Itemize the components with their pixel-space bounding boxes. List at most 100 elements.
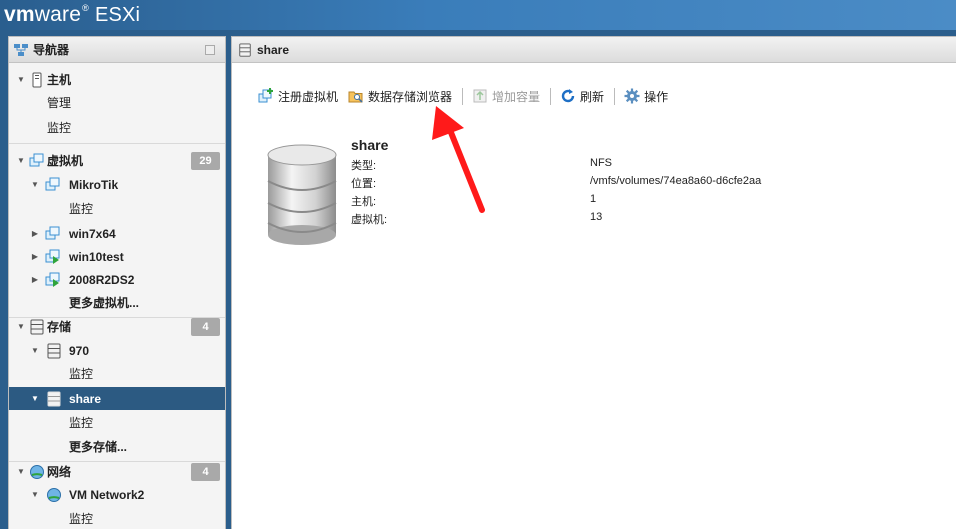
nav-more-vms[interactable]: 更多虚拟机... <box>9 291 225 314</box>
nav-label: 监控 <box>47 121 72 135</box>
vmware-esxi-logo: vmware® ESXi <box>4 3 141 26</box>
caret-down-icon[interactable]: ▼ <box>16 75 26 84</box>
increase-capacity-label: 增加容量 <box>492 89 541 104</box>
nav-networking[interactable]: ▼ 网络 4 <box>9 460 225 483</box>
nav-label: 监控 <box>69 512 94 526</box>
divider <box>9 143 225 144</box>
toolbar-divider <box>614 87 616 105</box>
caret-right-icon[interactable]: ▶ <box>30 229 40 238</box>
nav-datastore-970[interactable]: ▼ 970 <box>9 339 225 362</box>
nav-label: 网络 <box>47 465 72 479</box>
nav-network-monitor[interactable]: 监控 <box>9 507 225 529</box>
nav-storage[interactable]: ▼ 存储 4 <box>9 315 225 338</box>
main-header: share <box>232 37 956 63</box>
hosts-value: 1 <box>590 193 597 205</box>
caret-right-icon[interactable]: ▶ <box>30 275 40 284</box>
datastore-icon <box>47 391 61 406</box>
nav-label: win10test <box>69 249 124 264</box>
toolbar-divider <box>462 87 464 105</box>
nav-host-manage[interactable]: 管理 <box>9 91 225 114</box>
caret-down-icon[interactable]: ▼ <box>16 156 26 165</box>
vm-group-icon <box>29 153 44 166</box>
main-panel: share 注册虚拟机 数据存储浏览器 增加容量 刷新 操作 share 类型:… <box>231 36 956 529</box>
caret-right-icon[interactable]: ▶ <box>30 252 40 261</box>
actions-button[interactable]: 操作 <box>624 86 678 106</box>
caret-down-icon[interactable]: ▼ <box>30 346 40 355</box>
caret-down-icon[interactable]: ▼ <box>16 467 26 476</box>
nav-label: 970 <box>69 343 90 358</box>
nav-label: 存储 <box>47 320 72 334</box>
navigator-title: 导航器 <box>33 43 70 57</box>
storage-count-badge: 4 <box>191 318 220 336</box>
nav-vm-mikrotik[interactable]: ▼ MikroTik <box>9 173 225 196</box>
nav-label: 监控 <box>69 416 94 430</box>
datastore-name: share <box>351 137 389 153</box>
nav-label: 监控 <box>69 367 94 381</box>
nav-label: 更多虚拟机... <box>69 296 140 310</box>
toolbar: 注册虚拟机 数据存储浏览器 增加容量 刷新 操作 <box>258 86 678 106</box>
datastore-browser-icon <box>348 91 363 103</box>
increase-capacity-button[interactable]: 增加容量 <box>472 86 550 106</box>
nav-datastore-share-monitor[interactable]: 监控 <box>9 411 225 434</box>
vm-running-icon <box>45 249 60 264</box>
nav-label: 管理 <box>47 96 72 110</box>
caret-down-icon[interactable]: ▼ <box>30 180 40 189</box>
nav-label: win7x64 <box>69 226 116 241</box>
nav-network-vm-network2[interactable]: ▼ VM Network2 <box>9 483 225 506</box>
brand-bar: vmware® ESXi <box>0 0 956 30</box>
nav-label: share <box>69 391 102 406</box>
gear-icon <box>624 88 640 104</box>
vms-label: 虚拟机: <box>351 214 388 226</box>
nav-label: 监控 <box>69 202 94 216</box>
storage-icon <box>30 319 44 334</box>
location-value: /vmfs/volumes/74ea8a60-d6cfe2aa <box>590 175 762 187</box>
network-icon <box>47 487 61 502</box>
nav-vm-mikrotik-monitor[interactable]: 监控 <box>9 197 225 220</box>
increase-capacity-icon <box>473 89 487 103</box>
caret-down-icon[interactable]: ▼ <box>30 490 40 499</box>
register-vm-label: 注册虚拟机 <box>278 89 339 104</box>
nav-more-storage[interactable]: 更多存储... <box>9 435 225 458</box>
nav-vm-2008r2ds2[interactable]: ▶ 2008R2DS2 <box>9 268 225 291</box>
network-count-badge: 4 <box>191 463 220 481</box>
register-vm-icon <box>258 88 273 103</box>
nav-virtual-machines[interactable]: ▼ 虚拟机 29 <box>9 149 225 172</box>
actions-label: 操作 <box>644 89 669 104</box>
toolbar-divider <box>550 87 552 105</box>
datastore-icon <box>239 42 251 57</box>
type-label: 类型: <box>351 160 377 172</box>
nav-label: VM Network2 <box>69 487 145 502</box>
refresh-icon <box>561 89 575 103</box>
register-vm-button[interactable]: 注册虚拟机 <box>258 86 348 106</box>
nav-datastore-share[interactable]: ▼ share <box>9 387 225 410</box>
nav-vm-win10test[interactable]: ▶ win10test <box>9 245 225 268</box>
nav-vm-win7x64[interactable]: ▶ win7x64 <box>9 222 225 245</box>
collapse-navigator-button[interactable] <box>205 45 215 55</box>
nav-label: 虚拟机 <box>47 154 84 168</box>
location-label: 位置: <box>351 178 377 190</box>
nav-host-monitor[interactable]: 监控 <box>9 116 225 139</box>
type-value: NFS <box>590 157 612 169</box>
nav-label: 更多存储... <box>69 440 128 454</box>
datastore-icon <box>47 343 61 358</box>
caret-down-icon[interactable]: ▼ <box>16 322 26 331</box>
caret-down-icon[interactable]: ▼ <box>30 394 40 403</box>
refresh-label: 刷新 <box>580 89 605 104</box>
refresh-button[interactable]: 刷新 <box>560 86 614 106</box>
navigator-panel: 导航器 ▼ 主机 管理 监控 ▼ 虚拟机 29 ▼ MikroTik 监控 ▶ … <box>8 36 226 529</box>
nav-label: MikroTik <box>69 177 119 192</box>
navigator-icon <box>14 43 28 56</box>
nav-label: 2008R2DS2 <box>69 272 135 287</box>
vm-icon <box>45 177 60 190</box>
network-icon <box>30 464 44 479</box>
nav-host[interactable]: ▼ 主机 <box>9 68 225 91</box>
datastore-browser-label: 数据存储浏览器 <box>368 89 453 104</box>
host-icon <box>32 72 42 87</box>
nav-datastore-970-monitor[interactable]: 监控 <box>9 362 225 385</box>
vm-count-badge: 29 <box>191 152 220 170</box>
vm-running-icon <box>45 272 60 287</box>
vm-icon <box>45 226 60 239</box>
datastore-browser-button[interactable]: 数据存储浏览器 <box>348 86 462 106</box>
page-title: share <box>257 42 290 57</box>
nav-label: 主机 <box>47 73 72 87</box>
